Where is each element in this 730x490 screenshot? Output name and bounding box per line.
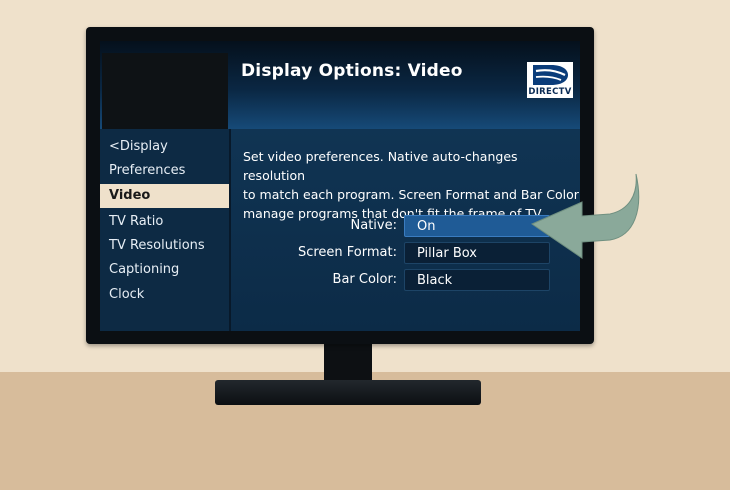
sidebar-item-preferences[interactable]: Preferences xyxy=(100,159,229,183)
curved-arrow-icon xyxy=(530,173,640,259)
sidebar-item-tv-ratio[interactable]: TV Ratio xyxy=(100,210,229,234)
tv-screen: Display Options: Video DIRECTV <Display … xyxy=(100,41,580,331)
bar-color-value-button[interactable]: Black xyxy=(404,269,550,291)
logo-wordmark: DIRECTV xyxy=(527,86,573,98)
page-title: Display Options: Video xyxy=(241,61,463,81)
sidebar-item-video[interactable]: Video xyxy=(100,184,229,208)
sidebar-item-captioning[interactable]: Captioning xyxy=(100,258,229,282)
tv-stand-base xyxy=(215,380,481,405)
sidebar-item-clock[interactable]: Clock xyxy=(100,283,229,307)
sidebar-item-tv-resolutions[interactable]: TV Resolutions xyxy=(100,234,229,258)
screen-format-label: Screen Format: xyxy=(297,245,397,260)
directv-logo-graphic xyxy=(527,62,573,88)
sidebar-item-display-back[interactable]: <Display xyxy=(100,135,229,159)
native-label: Native: xyxy=(350,218,397,233)
bar-color-label: Bar Color: xyxy=(332,272,397,287)
directv-logo-icon: DIRECTV xyxy=(527,62,573,99)
video-preview-thumbnail xyxy=(102,53,228,131)
